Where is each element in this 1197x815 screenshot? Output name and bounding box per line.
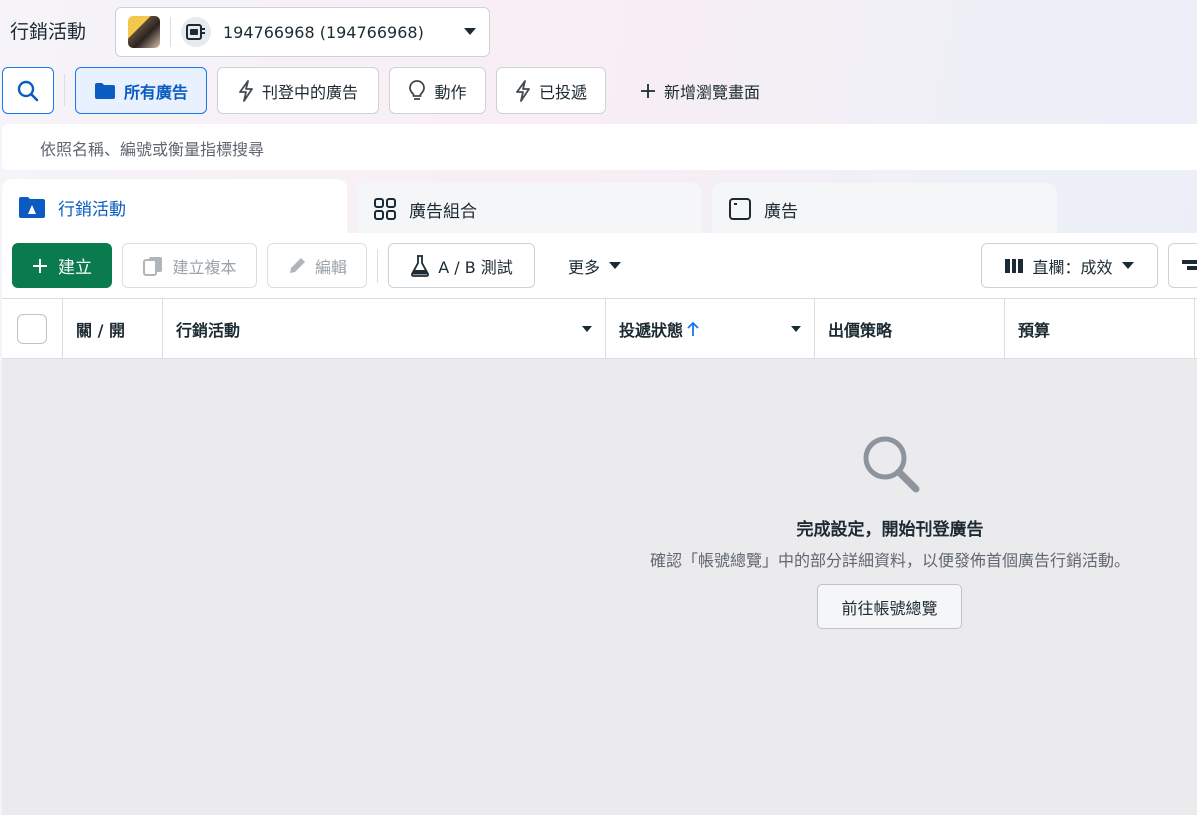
plus-icon: [640, 83, 656, 99]
empty-state-description: 確認「帳號總覽」中的部分詳細資料，以便發佈首個廣告行銷活動。: [649, 551, 1130, 570]
chevron-down-icon[interactable]: [581, 325, 593, 333]
breakdown-icon: [1181, 258, 1197, 274]
tab-campaigns[interactable]: 行銷活動: [2, 179, 347, 235]
column-header-bid-strategy-label: 出價策略: [828, 320, 893, 340]
empty-state-title: 完成設定，開始刊登廣告: [796, 520, 984, 540]
all-ads-label: 所有廣告: [123, 82, 188, 102]
search-input[interactable]: 依照名稱、編號或衡量指標搜尋: [2, 124, 1197, 170]
ab-test-button[interactable]: A / B 測試: [388, 243, 535, 288]
duplicate-button[interactable]: 建立複本: [122, 243, 257, 288]
lightbulb-icon: [408, 79, 426, 102]
breakdown-button[interactable]: [1168, 243, 1197, 288]
edit-label: 編輯: [314, 257, 347, 277]
tab-ads[interactable]: 廣告: [712, 183, 1057, 235]
create-button[interactable]: 建立: [12, 243, 112, 288]
action-divider: [377, 249, 378, 283]
divider: [170, 17, 171, 47]
ad-window-icon: [728, 197, 752, 221]
account-id-text: 194766968 (194766968): [223, 22, 424, 42]
account-avatar: [128, 16, 160, 48]
chevron-down-icon: [608, 261, 622, 271]
chevron-down-icon[interactable]: [790, 325, 802, 333]
duplicate-label: 建立複本: [172, 257, 237, 277]
page-title: 行銷活動: [10, 21, 87, 43]
new-view-label: 新增瀏覽畫面: [663, 82, 760, 102]
columns-button[interactable]: 直欄：成效: [981, 243, 1158, 288]
search-icon: [860, 433, 922, 495]
all-ads-button[interactable]: 所有廣告: [75, 67, 207, 114]
more-button[interactable]: 更多: [550, 243, 640, 288]
folder-icon: [94, 82, 116, 100]
search-icon: [17, 80, 39, 102]
folder-icon: [18, 195, 46, 219]
sort-arrow-up-icon: [687, 321, 699, 337]
column-header-campaign-label: 行銷活動: [176, 320, 241, 340]
column-header-toggle-label: 關 / 開: [76, 320, 125, 340]
column-header-delivery[interactable]: 投遞狀態: [606, 299, 815, 358]
column-header-delivery-label: 投遞狀態: [619, 320, 684, 340]
plus-icon: [32, 258, 48, 274]
select-all-checkbox[interactable]: [17, 313, 47, 344]
bolt-icon: [515, 79, 531, 102]
pencil-icon: [287, 256, 307, 276]
ab-test-label: A / B 測試: [438, 257, 513, 277]
actions-button[interactable]: 動作: [389, 67, 486, 114]
search-button[interactable]: [2, 67, 54, 114]
bolt-icon: [238, 79, 254, 102]
column-header-campaign[interactable]: 行銷活動: [163, 299, 606, 358]
column-header-budget-label: 預算: [1018, 320, 1051, 340]
tab-ads-label: 廣告: [764, 201, 798, 222]
column-header-bid-strategy[interactable]: 出價策略: [815, 299, 1005, 358]
chevron-down-icon[interactable]: [463, 27, 477, 37]
account-overview-button[interactable]: 前往帳號總覽: [817, 584, 962, 629]
tab-ad-sets[interactable]: 廣告組合: [357, 183, 702, 235]
columns-label: 直欄：成效: [1032, 257, 1113, 277]
ad-account-selector[interactable]: 194766968 (194766968): [115, 7, 490, 57]
delivered-button[interactable]: 已投遞: [496, 67, 606, 114]
new-view-button[interactable]: 新增瀏覽畫面: [620, 67, 780, 114]
chevron-down-icon: [1121, 261, 1135, 271]
toolbar-divider: [64, 74, 65, 106]
tab-ad-sets-label: 廣告組合: [409, 201, 477, 222]
edit-button[interactable]: 編輯: [267, 243, 367, 288]
delivered-label: 已投遞: [538, 82, 587, 102]
table-header: 關 / 開 行銷活動 投遞狀態 出價策略 預算: [2, 298, 1197, 359]
flask-icon: [410, 254, 430, 277]
create-label: 建立: [58, 258, 92, 278]
select-all-cell: [2, 299, 63, 358]
grid-icon: [373, 197, 397, 221]
active-ads-label: 刊登中的廣告: [261, 82, 358, 102]
active-ads-button[interactable]: 刊登中的廣告: [217, 67, 379, 114]
column-header-budget[interactable]: 預算: [1005, 299, 1195, 358]
columns-icon: [1004, 258, 1024, 274]
column-header-toggle[interactable]: 關 / 開: [63, 299, 163, 358]
more-label: 更多: [567, 257, 600, 277]
ad-account-icon: [181, 17, 211, 47]
tab-campaigns-label: 行銷活動: [58, 199, 126, 220]
copy-icon: [142, 255, 164, 277]
empty-state-area: [2, 359, 1197, 815]
actions-label: 動作: [434, 82, 467, 102]
